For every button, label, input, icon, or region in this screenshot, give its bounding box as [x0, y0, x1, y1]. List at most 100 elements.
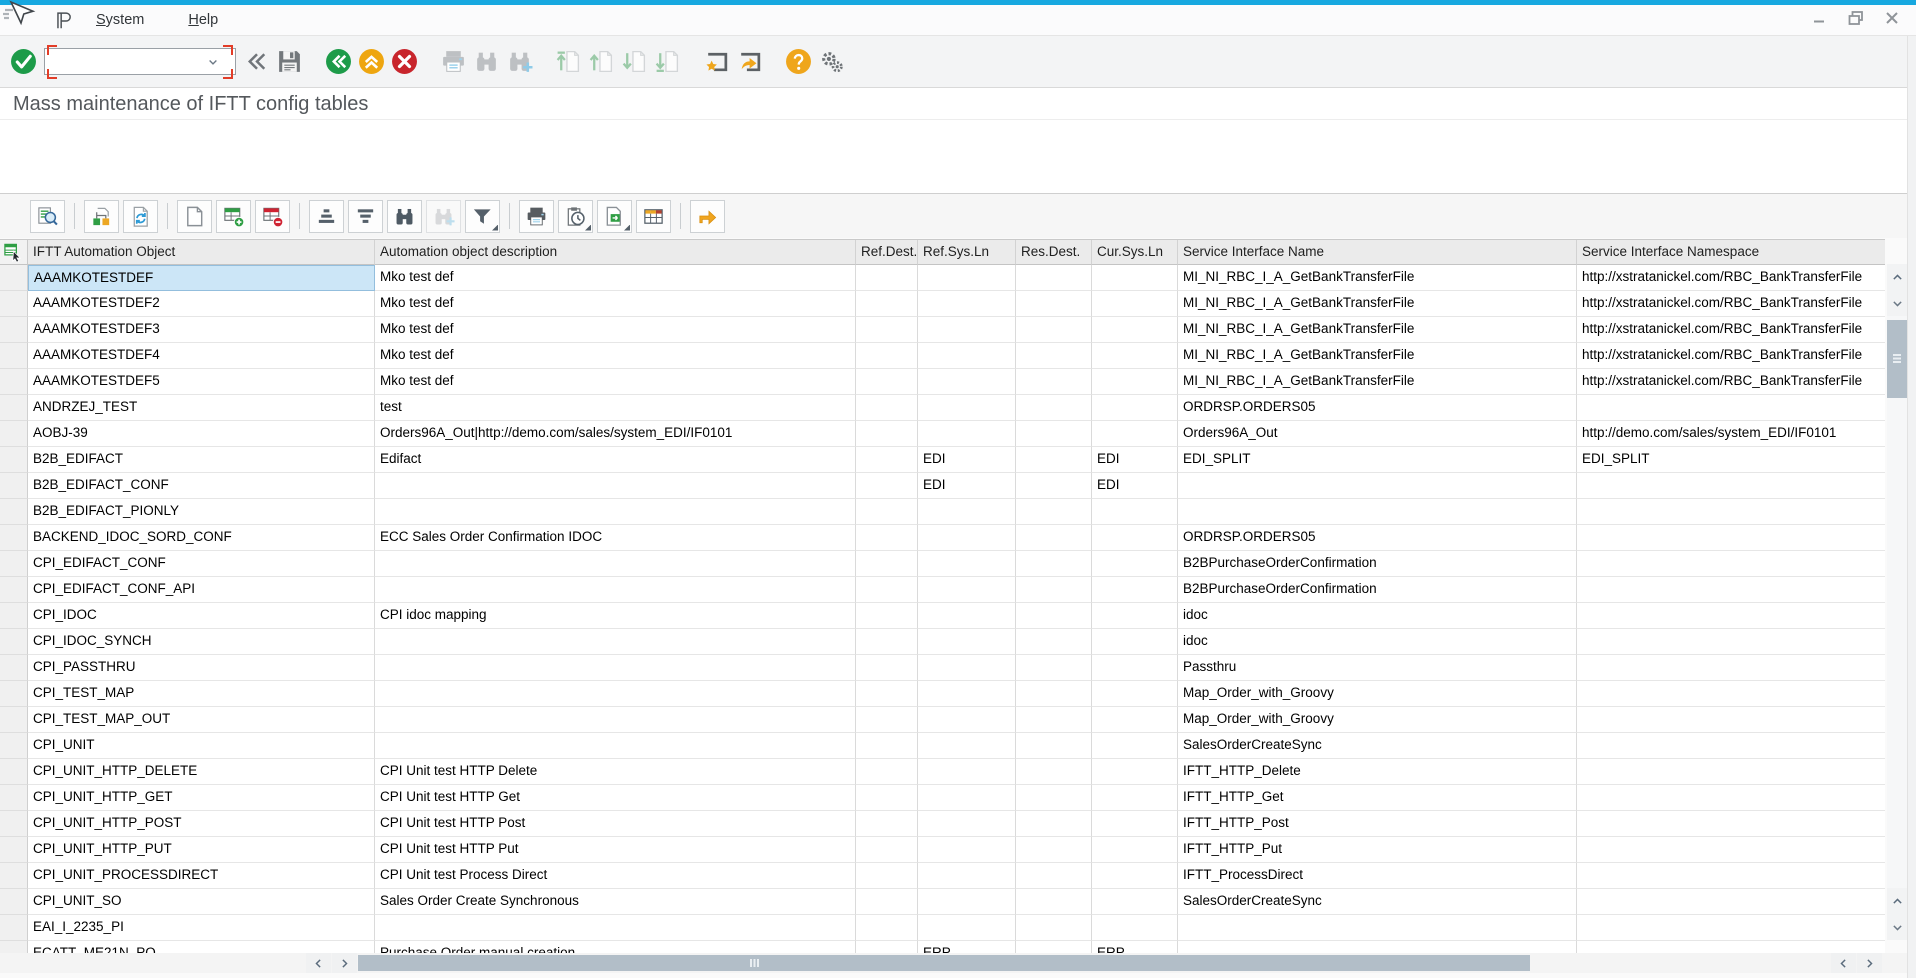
grid-cell-desc[interactable]: CPI Unit test HTTP Put	[375, 837, 856, 863]
grid-cell-res_dest[interactable]	[1016, 499, 1092, 525]
grid-cell-ref_dest[interactable]	[856, 811, 918, 837]
print-button[interactable]	[519, 200, 554, 233]
print-button[interactable]	[438, 47, 468, 77]
grid-cell-desc[interactable]	[375, 551, 856, 577]
grid-cell-res_dest[interactable]	[1016, 265, 1092, 291]
grid-cell-sin[interactable]	[1178, 473, 1577, 499]
grid-cell-ref_dest[interactable]	[856, 395, 918, 421]
grid-cell-desc[interactable]	[375, 915, 856, 941]
row-selector[interactable]	[0, 343, 28, 369]
grid-cell-ns[interactable]: http://xstratanickel.com/RBC_BankTransfe…	[1577, 291, 1885, 317]
grid-cell-desc[interactable]: Sales Order Create Synchronous	[375, 889, 856, 915]
grid-cell-ns[interactable]: http://xstratanickel.com/RBC_BankTransfe…	[1577, 317, 1885, 343]
continue-button[interactable]	[8, 47, 38, 77]
grid-cell-ns[interactable]: http://xstratanickel.com/RBC_BankTransfe…	[1577, 265, 1885, 291]
grid-cell-obj[interactable]: CPI_IDOC	[28, 603, 375, 629]
insert-row-button[interactable]	[216, 200, 251, 233]
grid-cell-res_dest[interactable]	[1016, 707, 1092, 733]
grid-cell-obj[interactable]: ECATT_ME21N_PO	[28, 941, 375, 953]
grid-cell-res_dest[interactable]	[1016, 785, 1092, 811]
row-selector[interactable]	[0, 317, 28, 343]
customize-layout-button[interactable]	[816, 47, 846, 77]
grid-cell-ref_sys[interactable]	[918, 551, 1016, 577]
row-selector[interactable]	[0, 629, 28, 655]
grid-cell-obj[interactable]: CPI_PASSTHRU	[28, 655, 375, 681]
grid-cell-cur_sys[interactable]	[1092, 343, 1178, 369]
grid-cell-desc[interactable]	[375, 707, 856, 733]
grid-cell-ref_sys[interactable]	[918, 369, 1016, 395]
grid-cell-res_dest[interactable]	[1016, 837, 1092, 863]
grid-cell-res_dest[interactable]	[1016, 759, 1092, 785]
page-down-button[interactable]	[619, 47, 649, 77]
row-selector[interactable]	[0, 499, 28, 525]
grid-cell-obj[interactable]: AOBJ-39	[28, 421, 375, 447]
grid-cell-ref_dest[interactable]	[856, 915, 918, 941]
column-header-ref_dest[interactable]: Ref.Dest.	[856, 240, 918, 265]
grid-cell-sin[interactable]	[1178, 941, 1577, 953]
grid-cell-desc[interactable]	[375, 499, 856, 525]
grid-cell-res_dest[interactable]	[1016, 369, 1092, 395]
grid-cell-ref_sys[interactable]	[918, 811, 1016, 837]
grid-cell-sin[interactable]: MI_NI_RBC_I_A_GetBankTransferFile	[1178, 369, 1577, 395]
grid-cell-desc[interactable]: Mko test def	[375, 291, 856, 317]
row-selector[interactable]	[0, 655, 28, 681]
grid-cell-obj[interactable]: CPI_UNIT_HTTP_GET	[28, 785, 375, 811]
grid-cell-sin[interactable]: SalesOrderCreateSync	[1178, 733, 1577, 759]
grid-cell-ref_dest[interactable]	[856, 499, 918, 525]
grid-cell-desc[interactable]: CPI Unit test HTTP Post	[375, 811, 856, 837]
row-selector[interactable]	[0, 811, 28, 837]
column-header-desc[interactable]: Automation object description	[375, 240, 856, 265]
find-next-button[interactable]	[426, 200, 461, 233]
scroll-right-button-right[interactable]	[1857, 953, 1882, 973]
grid-cell-cur_sys[interactable]: EDI	[1092, 473, 1178, 499]
row-selector[interactable]	[0, 603, 28, 629]
grid-cell-sin[interactable]: Map_Order_with_Groovy	[1178, 681, 1577, 707]
grid-cell-ref_sys[interactable]: ERP	[918, 941, 1016, 953]
help-button[interactable]	[783, 47, 813, 77]
row-selector[interactable]	[0, 889, 28, 915]
restore-button[interactable]	[1846, 8, 1866, 28]
grid-cell-ref_sys[interactable]	[918, 525, 1016, 551]
grid-cell-desc[interactable]: Mko test def	[375, 265, 856, 291]
grid-cell-ref_sys[interactable]	[918, 421, 1016, 447]
grid-cell-cur_sys[interactable]: ERP	[1092, 941, 1178, 953]
grid-cell-ns[interactable]	[1577, 395, 1885, 421]
grid-cell-ref_sys[interactable]	[918, 603, 1016, 629]
grid-cell-ref_dest[interactable]	[856, 421, 918, 447]
row-selector[interactable]	[0, 837, 28, 863]
grid-cell-ns[interactable]	[1577, 577, 1885, 603]
grid-cell-desc[interactable]: Edifact	[375, 447, 856, 473]
grid-cell-obj[interactable]: CPI_IDOC_SYNCH	[28, 629, 375, 655]
scroll-down-button-bottom[interactable]	[1887, 914, 1907, 940]
grid-cell-res_dest[interactable]	[1016, 681, 1092, 707]
grid-cell-desc[interactable]	[375, 577, 856, 603]
grid-cell-obj[interactable]: CPI_UNIT_HTTP_DELETE	[28, 759, 375, 785]
column-header-res_dest[interactable]: Res.Dest.	[1016, 240, 1092, 265]
grid-cell-ref_dest[interactable]	[856, 473, 918, 499]
grid-cell-sin[interactable]: Orders96A_Out	[1178, 421, 1577, 447]
grid-cell-cur_sys[interactable]	[1092, 811, 1178, 837]
grid-cell-ns[interactable]	[1577, 889, 1885, 915]
grid-cell-cur_sys[interactable]	[1092, 889, 1178, 915]
grid-cell-obj[interactable]: CPI_UNIT_HTTP_POST	[28, 811, 375, 837]
grid-cell-sin[interactable]: SalesOrderCreateSync	[1178, 889, 1577, 915]
row-selector[interactable]	[0, 265, 28, 291]
grid-cell-ns[interactable]	[1577, 863, 1885, 889]
grid-cell-cur_sys[interactable]	[1092, 655, 1178, 681]
grid-cell-ref_sys[interactable]: EDI	[918, 473, 1016, 499]
grid-cell-res_dest[interactable]	[1016, 733, 1092, 759]
column-header-ref_sys[interactable]: Ref.Sys.Ln	[918, 240, 1016, 265]
grid-cell-ref_dest[interactable]	[856, 291, 918, 317]
grid-cell-ref_dest[interactable]	[856, 785, 918, 811]
table-settings-button[interactable]	[636, 200, 671, 233]
row-selector[interactable]	[0, 733, 28, 759]
create-shortcut-button[interactable]	[734, 47, 764, 77]
grid-cell-desc[interactable]	[375, 681, 856, 707]
grid-cell-desc[interactable]: CPI idoc mapping	[375, 603, 856, 629]
column-header-sin[interactable]: Service Interface Name	[1178, 240, 1577, 265]
horizontal-scrollbar-thumb[interactable]	[358, 955, 1530, 971]
back-button[interactable]	[323, 47, 353, 77]
grid-cell-ref_sys[interactable]	[918, 889, 1016, 915]
row-selector[interactable]	[0, 681, 28, 707]
grid-cell-desc[interactable]: CPI Unit test Process Direct	[375, 863, 856, 889]
